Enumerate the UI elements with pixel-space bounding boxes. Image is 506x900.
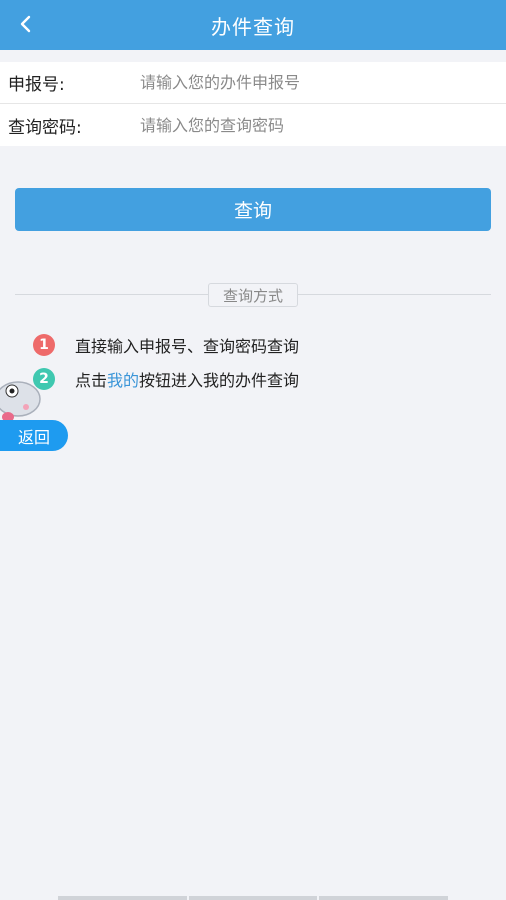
application-number-row: 申报号: xyxy=(0,62,506,104)
my-link[interactable]: 我的 xyxy=(107,367,139,391)
query-button[interactable]: 查询 xyxy=(15,188,491,231)
method-item-2: 2 点击 我的 按钮进入我的办件查询 xyxy=(33,367,299,391)
query-password-row: 查询密码: xyxy=(0,104,506,146)
method-item-1: 1 直接输入申报号、查询密码查询 xyxy=(33,333,299,357)
query-form: 申报号: 查询密码: xyxy=(0,62,506,146)
application-number-label: 申报号: xyxy=(8,75,65,95)
nav-indicator-segment xyxy=(188,896,318,900)
nav-indicator-segment xyxy=(58,896,187,900)
application-number-input[interactable] xyxy=(140,62,506,103)
method-text-2-suffix: 按钮进入我的办件查询 xyxy=(139,371,300,390)
return-button[interactable]: 返回 xyxy=(0,420,68,451)
query-password-label: 查询密码: xyxy=(8,117,82,138)
top-header: 办件查询 xyxy=(0,0,506,50)
nav-indicator-segment xyxy=(319,896,449,900)
chevron-left-icon xyxy=(20,15,31,33)
back-button[interactable] xyxy=(8,6,44,42)
step-badge-1: 1 xyxy=(33,334,55,356)
method-text-1: 直接输入申报号、查询密码查询 xyxy=(75,337,300,356)
page-title: 办件查询 xyxy=(211,14,295,39)
query-password-input[interactable] xyxy=(140,104,506,146)
query-methods-title: 查询方式 xyxy=(208,283,298,307)
method-text-2-prefix: 点击 xyxy=(75,371,108,390)
bottom-nav-indicator xyxy=(58,896,449,900)
